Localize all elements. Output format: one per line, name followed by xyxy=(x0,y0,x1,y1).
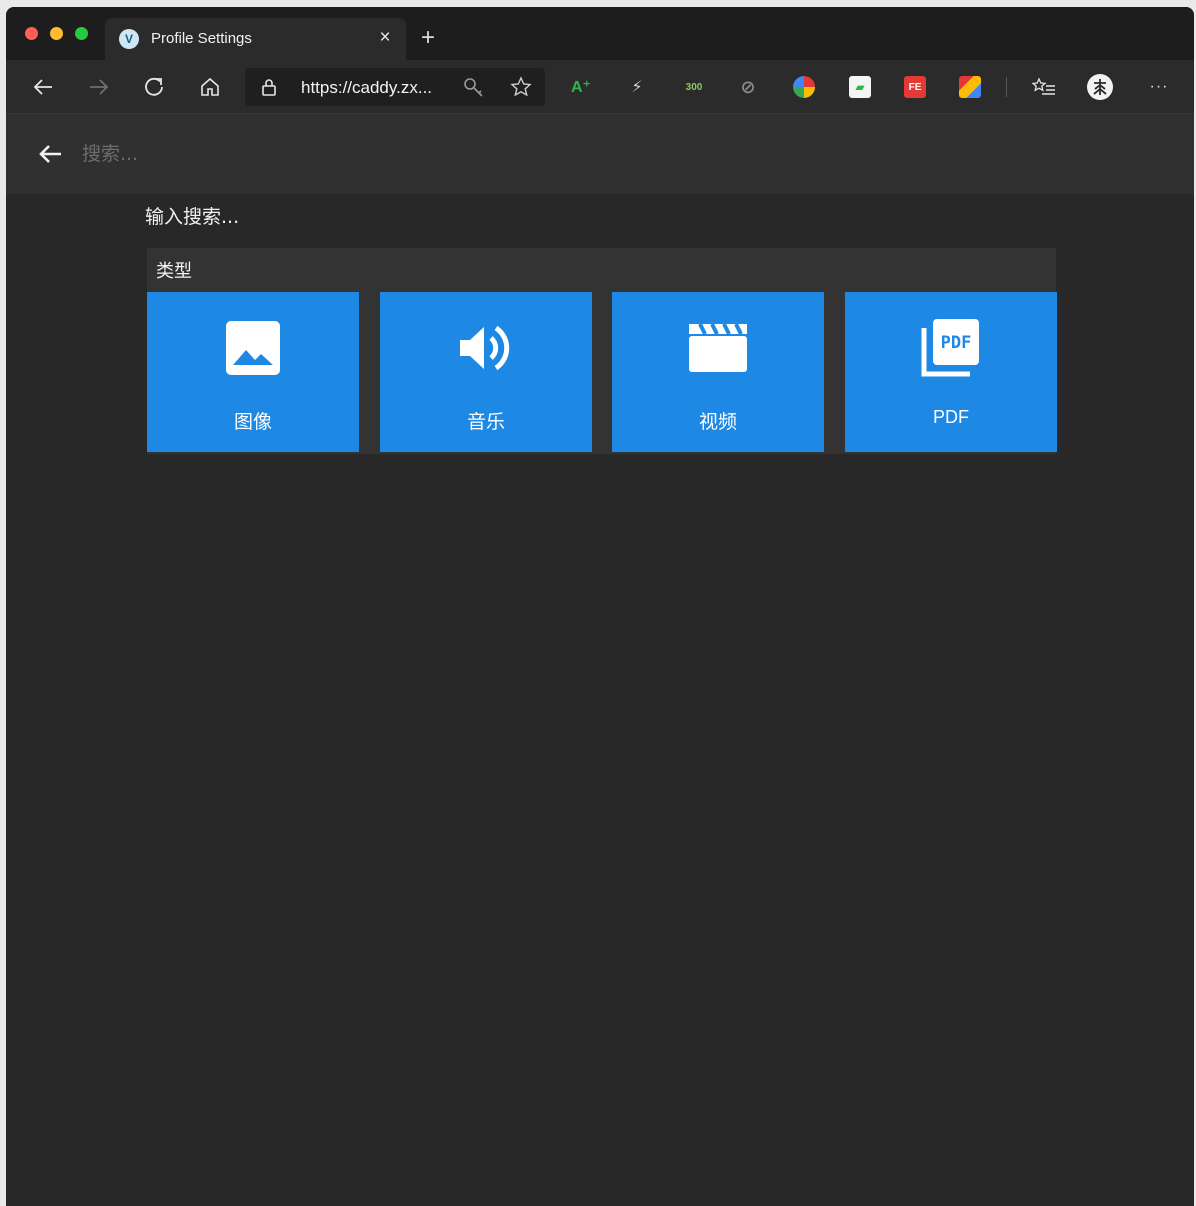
arrow-right-icon xyxy=(90,79,109,95)
tab-strip: V Profile Settings × + xyxy=(6,7,1194,60)
category-tile-music[interactable]: 音乐 xyxy=(380,292,592,452)
arrow-left-icon xyxy=(33,79,52,95)
translate-extension-icon[interactable]: A⁺ xyxy=(570,76,592,98)
lock-icon xyxy=(262,79,276,96)
category-panel-title: 类型 xyxy=(156,261,192,282)
search-header xyxy=(6,114,1194,194)
home-icon xyxy=(201,77,219,96)
back-button[interactable] xyxy=(29,73,57,101)
pdf-icon: PDF xyxy=(921,319,979,377)
category-tile-video[interactable]: 视频 xyxy=(612,292,824,452)
close-tab-button[interactable]: × xyxy=(374,26,396,50)
close-window-button[interactable] xyxy=(25,27,38,40)
green-flag-extension-icon[interactable]: ▰ xyxy=(849,76,871,98)
browser-toolbar: https://caddy.zx... A⁺ ⚡ 300 ⊘ ▰ FE ··· xyxy=(6,60,1194,114)
clapperboard-icon xyxy=(689,323,747,372)
favorites-list-button[interactable] xyxy=(1030,73,1058,101)
reload-button[interactable] xyxy=(140,73,168,101)
pdf-icon-text: PDF xyxy=(941,333,972,353)
site-favicon-icon: V xyxy=(119,29,139,49)
tab-title: Profile Settings xyxy=(151,30,252,47)
address-url: https://caddy.zx... xyxy=(301,78,433,97)
browser-window: V Profile Settings × + https://caddy.zx.… xyxy=(6,7,1194,1206)
category-label: 音乐 xyxy=(466,411,505,433)
category-panel: 类型 图像 音乐 视频 PDF PDF xyxy=(147,248,1057,454)
favorite-star-icon[interactable] xyxy=(510,76,532,98)
favorites-list-icon xyxy=(1032,77,1055,95)
search-input[interactable] xyxy=(82,140,682,168)
category-label: PDF xyxy=(933,407,969,427)
minimize-window-button[interactable] xyxy=(50,27,63,40)
refresh-icon xyxy=(145,77,163,96)
more-menu-button[interactable]: ··· xyxy=(1145,73,1173,101)
key-icon[interactable] xyxy=(462,76,486,98)
category-tile-image[interactable]: 图像 xyxy=(147,292,359,452)
category-tile-pdf[interactable]: PDF PDF xyxy=(845,292,1057,452)
volume-icon xyxy=(460,325,510,371)
block-extension-icon[interactable]: ⊘ xyxy=(737,76,759,98)
image-icon xyxy=(226,321,280,375)
bolt-extension-icon[interactable]: ⚡ xyxy=(626,76,648,98)
category-label: 图像 xyxy=(233,411,272,433)
counter-extension-icon[interactable]: 300 xyxy=(681,76,707,98)
tab-profile-settings[interactable]: V Profile Settings × xyxy=(105,18,406,60)
maximize-window-button[interactable] xyxy=(75,27,88,40)
back-arrow-icon[interactable] xyxy=(36,140,64,168)
fe-extension-icon[interactable]: FE xyxy=(904,76,926,98)
toolbar-divider xyxy=(1006,77,1007,97)
profile-avatar[interactable] xyxy=(1086,73,1114,101)
puzzle-extension-icon[interactable] xyxy=(959,76,981,98)
color-wheel-extension-icon[interactable] xyxy=(793,76,815,98)
search-hint: 输入搜索... xyxy=(145,206,240,228)
home-button[interactable] xyxy=(196,73,224,101)
category-label: 视频 xyxy=(698,411,737,433)
forward-button[interactable] xyxy=(85,73,113,101)
address-bar[interactable]: https://caddy.zx... xyxy=(245,68,545,106)
new-tab-button[interactable]: + xyxy=(416,25,440,51)
avatar-icon xyxy=(1087,74,1113,100)
